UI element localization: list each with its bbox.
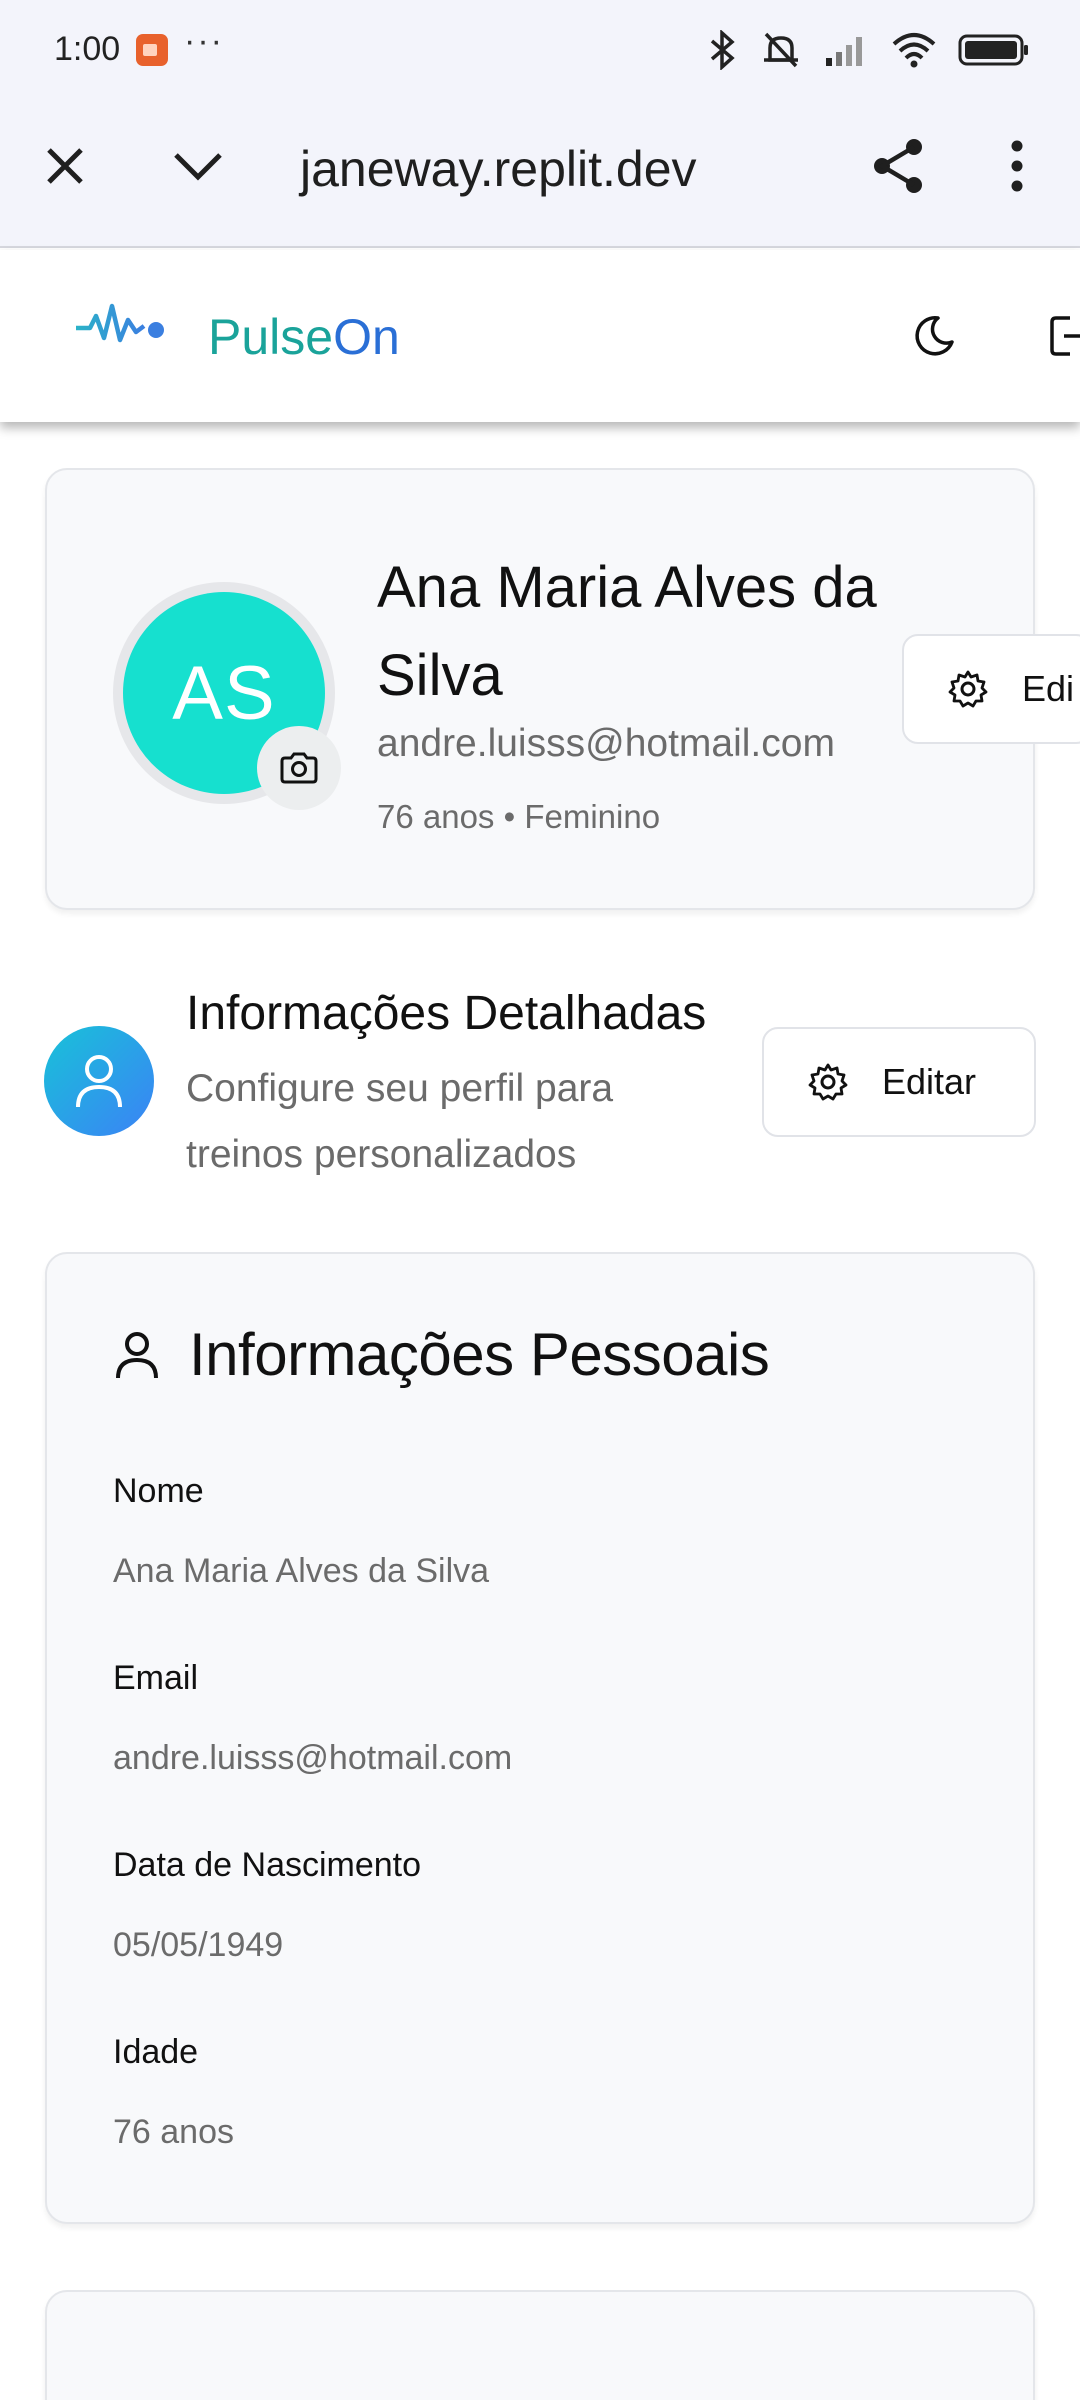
browser-toolbar: janeway.replit.dev xyxy=(0,100,1080,248)
close-tab-button[interactable] xyxy=(35,136,95,196)
change-photo-button[interactable] xyxy=(257,726,341,810)
profile-card: AS Ana Maria Alves da Silva andre.luisss… xyxy=(45,468,1035,910)
personal-info-title: Informações Pessoais xyxy=(189,1321,770,1388)
brand-part-on: On xyxy=(333,309,400,365)
edit-profile-label: Edi xyxy=(1022,668,1075,709)
signal-icon xyxy=(826,37,862,66)
field-label-email: Email xyxy=(113,1659,199,1697)
browser-menu-button[interactable] xyxy=(987,136,1047,196)
app-header: PulseOn xyxy=(0,250,1080,422)
profile-email: andre.luisss@hotmail.com xyxy=(377,722,835,765)
minimize-tab-button[interactable] xyxy=(168,136,228,196)
chevron-down-icon xyxy=(174,153,222,181)
field-value-nome: Ana Maria Alves da Silva xyxy=(113,1552,490,1590)
gear-icon xyxy=(948,670,988,708)
field-value-age: 76 anos xyxy=(113,2113,234,2151)
edit-details-button[interactable]: Editar xyxy=(762,1027,1036,1137)
url-field[interactable]: janeway.replit.dev xyxy=(300,140,697,198)
edit-profile-button[interactable]: Edi xyxy=(902,634,1080,744)
camera-icon xyxy=(280,752,318,784)
field-value-email: andre.luisss@hotmail.com xyxy=(113,1739,513,1777)
status-bar: 1:00 ··· xyxy=(0,0,1080,100)
logout-icon xyxy=(1050,316,1080,356)
user-icon xyxy=(116,1332,158,1379)
status-time: 1:00 xyxy=(54,30,121,68)
brand-name[interactable]: PulseOn xyxy=(208,308,400,366)
share-icon xyxy=(874,139,922,193)
status-icons xyxy=(708,28,1030,72)
gear-icon xyxy=(808,1063,848,1101)
logout-button[interactable] xyxy=(1040,306,1080,366)
moon-icon xyxy=(915,316,954,356)
battery-icon xyxy=(958,34,1028,66)
personal-info-card: Informações Pessoais Nome Ana Maria Alve… xyxy=(45,1252,1035,2224)
bluetooth-icon xyxy=(710,30,735,70)
field-label-nome: Nome xyxy=(113,1472,204,1510)
screen-recorder-icon xyxy=(136,34,168,66)
muted-icon xyxy=(764,32,798,68)
pulse-logo-icon xyxy=(76,303,164,343)
profile-meta: 76 anos • Feminino xyxy=(377,798,661,835)
wifi-icon xyxy=(892,33,936,68)
share-button[interactable] xyxy=(868,136,928,196)
user-icon xyxy=(76,1055,122,1108)
field-value-birthdate: 05/05/1949 xyxy=(113,1926,284,1964)
more-vert-icon xyxy=(1011,140,1023,192)
more-notifications-icon: ··· xyxy=(184,22,224,60)
field-label-birthdate: Data de Nascimento xyxy=(113,1846,422,1884)
brand-part-pulse: Pulse xyxy=(208,309,334,365)
theme-toggle-button[interactable] xyxy=(904,306,964,366)
detailed-info-avatar xyxy=(44,1026,154,1136)
detailed-info-title: Informações Detalhadas xyxy=(186,987,707,1040)
close-icon xyxy=(47,148,83,184)
edit-details-label: Editar xyxy=(882,1061,977,1102)
detailed-info-subtitle: Configure seu perfil para treinos person… xyxy=(186,1067,614,1176)
profile-name: Ana Maria Alves da Silva xyxy=(377,555,877,708)
field-label-age: Idade xyxy=(113,2033,199,2071)
next-section-card xyxy=(45,2290,1035,2400)
